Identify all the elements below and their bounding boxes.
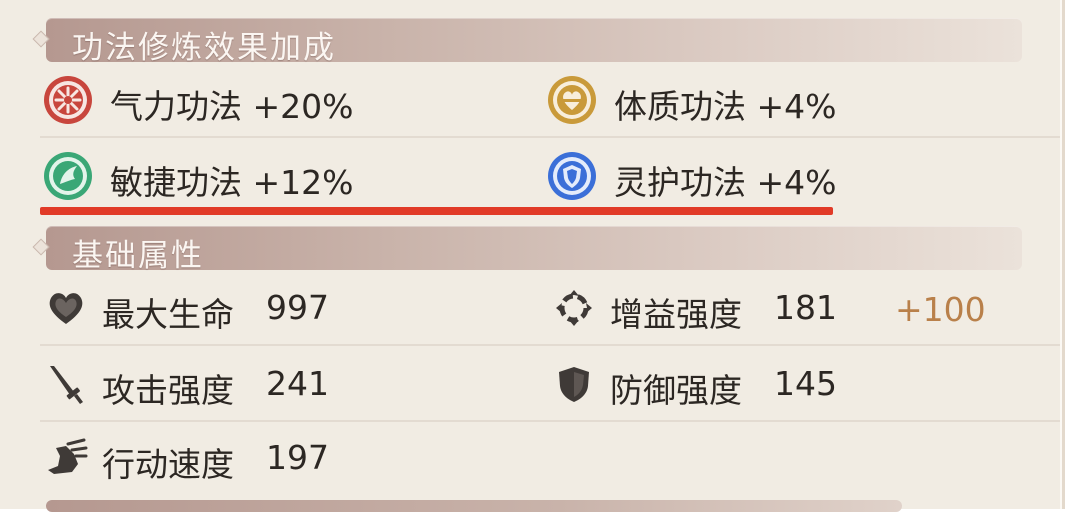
technique-agility: 敏捷功法 +12% xyxy=(42,148,462,208)
spirit-guard-technique-icon xyxy=(548,152,596,200)
stat-max-hp: 最大生命 997 xyxy=(44,282,464,336)
sword-icon xyxy=(50,366,83,404)
section-diamond-icon xyxy=(32,238,50,256)
agility-technique-icon xyxy=(44,152,92,200)
row-divider xyxy=(40,344,1060,346)
attribute-panel: 功法修炼效果加成 气力功法 +20% 体质功法 +4% 敏捷功法 +12% 灵护… xyxy=(0,0,1065,512)
technique-label: 体质功法 +4% xyxy=(614,87,837,126)
technique-label: 灵护功法 +4% xyxy=(614,163,837,202)
stat-label: 行动速度 xyxy=(102,445,234,484)
shield-icon xyxy=(559,367,589,402)
buff-ring-icon xyxy=(556,290,592,326)
stat-label: 防御强度 xyxy=(610,371,742,410)
stat-buff-strength: 增益强度 181 xyxy=(552,282,892,336)
stat-value: 997 xyxy=(266,288,329,327)
technique-spirit-guard: 灵护功法 +4% xyxy=(546,148,966,208)
constitution-technique-icon xyxy=(548,76,596,124)
section-diamond-icon xyxy=(32,30,50,48)
stat-bonus-value: +100 xyxy=(895,290,986,329)
stat-value: 181 xyxy=(774,288,837,327)
stat-speed: 行动速度 197 xyxy=(44,432,464,486)
speed-boot-icon xyxy=(48,438,88,474)
strength-technique-icon xyxy=(44,76,92,124)
stat-label: 增益强度 xyxy=(610,295,742,334)
section-header-cultivation: 功法修炼效果加成 xyxy=(32,18,1022,66)
heart-icon xyxy=(49,293,83,324)
section-header-base: 基础属性 xyxy=(32,226,1022,274)
section-title: 功法修炼效果加成 xyxy=(72,30,336,66)
technique-constitution: 体质功法 +4% xyxy=(546,72,966,132)
stat-label: 攻击强度 xyxy=(102,371,234,410)
row-divider xyxy=(40,136,1060,138)
next-section-header xyxy=(46,500,902,512)
stat-label: 最大生命 xyxy=(102,295,234,334)
stat-attack: 攻击强度 241 xyxy=(44,358,464,412)
technique-label: 敏捷功法 +12% xyxy=(110,163,354,202)
stat-value: 197 xyxy=(266,438,329,477)
section-title: 基础属性 xyxy=(72,238,204,274)
technique-label: 气力功法 +20% xyxy=(110,87,354,126)
stat-value: 145 xyxy=(774,364,837,403)
technique-strength: 气力功法 +20% xyxy=(42,72,462,132)
stat-defense: 防御强度 145 xyxy=(552,358,892,412)
stat-value: 241 xyxy=(266,364,329,403)
row-divider xyxy=(40,420,1060,422)
highlight-underline xyxy=(40,207,833,215)
